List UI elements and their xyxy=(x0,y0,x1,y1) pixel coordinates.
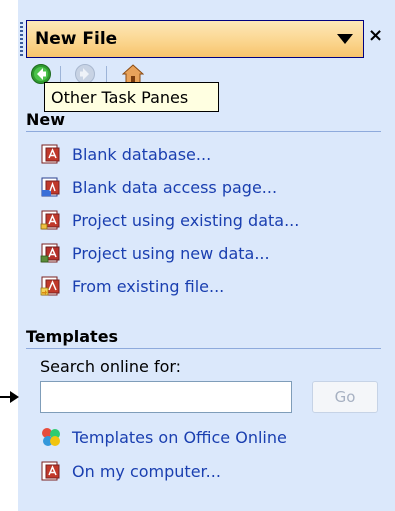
tooltip-other-task-panes: Other Task Panes xyxy=(44,82,219,112)
section-divider xyxy=(26,348,381,349)
my-computer-templates-icon xyxy=(40,460,62,482)
project-new-data-icon xyxy=(40,242,62,264)
blank-database-icon xyxy=(40,143,62,165)
link-project-existing-data[interactable]: Project using existing data... xyxy=(40,207,299,233)
go-button[interactable]: Go xyxy=(312,381,378,413)
task-pane-title: New File xyxy=(35,29,118,49)
link-blank-data-access-page[interactable]: Blank data access page... xyxy=(40,174,277,200)
link-label: Templates on Office Online xyxy=(72,427,287,447)
task-pane-title-dropdown[interactable]: New File xyxy=(26,20,364,58)
link-label: Blank database... xyxy=(72,144,212,164)
pane-grip-handle[interactable] xyxy=(20,22,23,58)
link-label: Blank data access page... xyxy=(72,177,278,197)
link-blank-database[interactable]: Blank database... xyxy=(40,141,211,167)
project-existing-data-icon xyxy=(40,209,62,231)
link-project-new-data[interactable]: Project using new data... xyxy=(40,240,270,266)
link-label: Project using existing data... xyxy=(72,210,300,230)
close-icon[interactable]: × xyxy=(368,25,383,47)
existing-file-icon xyxy=(40,275,62,297)
arrow-right-icon xyxy=(0,389,20,405)
task-pane-screenshot: New File × Other Task Panes New Blank da… xyxy=(0,0,395,511)
link-label: On my computer... xyxy=(72,461,221,481)
link-templates-office-online[interactable]: Templates on Office Online xyxy=(40,424,287,450)
link-label: Project using new data... xyxy=(72,243,270,263)
dropdown-arrow-icon[interactable] xyxy=(337,34,353,44)
search-online-input[interactable] xyxy=(40,381,292,413)
office-online-icon xyxy=(40,426,62,448)
link-on-my-computer[interactable]: On my computer... xyxy=(40,458,221,484)
section-divider xyxy=(26,131,381,132)
search-online-label: Search online for: xyxy=(40,357,182,376)
data-access-page-icon xyxy=(40,176,62,198)
section-header-templates: Templates xyxy=(26,327,119,346)
link-label: From existing file... xyxy=(72,276,225,296)
section-header-new: New xyxy=(26,110,66,129)
link-from-existing-file[interactable]: From existing file... xyxy=(40,273,224,299)
